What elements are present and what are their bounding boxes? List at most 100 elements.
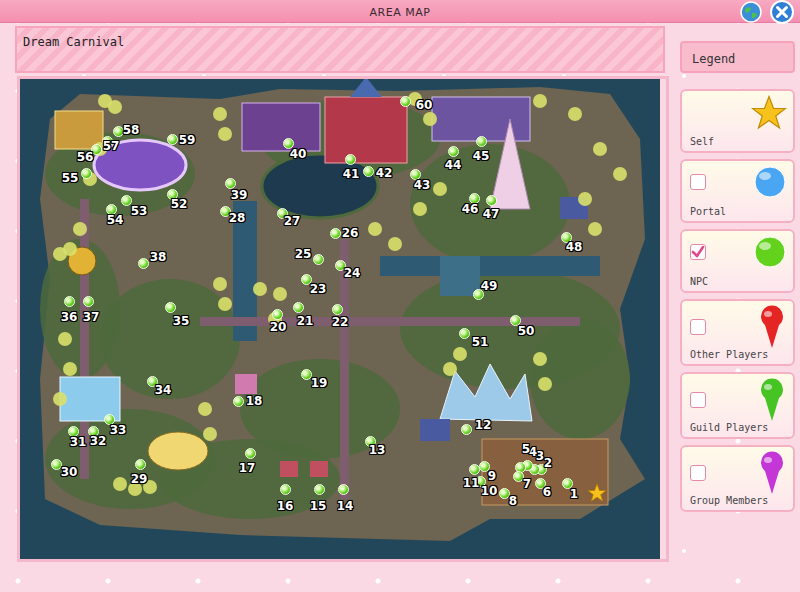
legend-checkbox[interactable] (690, 465, 706, 481)
npc-marker[interactable] (469, 464, 480, 475)
npc-number: 15 (310, 500, 327, 512)
npc-number: 11 (463, 477, 480, 489)
glow-hedge (588, 222, 602, 236)
npc-marker[interactable] (459, 328, 470, 339)
glow-hedge (568, 107, 582, 121)
npc-marker[interactable] (345, 154, 356, 165)
npc-number: 45 (473, 150, 490, 162)
npc-marker[interactable] (363, 166, 374, 177)
area-map[interactable]: 1234567891011121314151617181920212223242… (20, 79, 660, 559)
npc-number: 6 (543, 486, 551, 498)
legend-item: Self (680, 89, 795, 153)
check-icon (691, 245, 705, 259)
npc-marker[interactable] (113, 126, 124, 137)
npc-marker[interactable] (81, 168, 92, 179)
npc-marker[interactable] (233, 396, 244, 407)
npc-number: 28 (229, 212, 246, 224)
legend-checkbox[interactable] (690, 174, 706, 190)
npc-number: 48 (566, 241, 583, 253)
npc-marker[interactable] (499, 488, 510, 499)
ball-icon (753, 165, 787, 199)
eiffel-tower (490, 119, 530, 209)
npc-marker[interactable] (476, 136, 487, 147)
npc-number: 39 (231, 189, 248, 201)
area-name: Dream Carnival (23, 35, 124, 49)
npc-number: 27 (284, 215, 301, 227)
npc-marker[interactable] (83, 296, 94, 307)
npc-marker[interactable] (280, 484, 291, 495)
grass-patch (100, 279, 240, 399)
glow-hedge (203, 427, 217, 441)
npc-number: 46 (462, 203, 479, 215)
npc-number: 52 (171, 198, 188, 210)
npc-marker[interactable] (486, 195, 497, 206)
npc-number: 16 (277, 500, 294, 512)
npc-marker[interactable] (245, 448, 256, 459)
pin-icon (757, 451, 787, 495)
npc-marker[interactable] (314, 484, 325, 495)
npc-number: 57 (103, 140, 120, 152)
pin-icon (757, 305, 787, 349)
pin-icon (757, 378, 787, 422)
npc-number: 30 (61, 466, 78, 478)
npc-marker[interactable] (272, 309, 283, 320)
npc-number: 1 (570, 488, 578, 500)
npc-number: 41 (343, 168, 360, 180)
npc-marker[interactable] (138, 258, 149, 269)
npc-marker[interactable] (448, 146, 459, 157)
npc-number: 22 (332, 316, 349, 328)
legend-label: Self (690, 136, 787, 147)
npc-marker[interactable] (165, 302, 176, 313)
npc-number: 51 (472, 336, 489, 348)
npc-marker[interactable] (121, 195, 132, 206)
glow-hedge (108, 100, 122, 114)
npc-marker[interactable] (51, 459, 62, 470)
legend-item: Guild Players (680, 372, 795, 439)
area-header: Dream Carnival (15, 26, 665, 73)
npc-marker[interactable] (332, 304, 343, 315)
stall (420, 419, 450, 441)
globe-icon[interactable] (740, 1, 762, 23)
npc-marker[interactable] (313, 254, 324, 265)
npc-marker[interactable] (400, 96, 411, 107)
legend-item: Other Players (680, 299, 795, 366)
map-frame: 1234567891011121314151617181920212223242… (17, 76, 669, 562)
npc-number: 26 (342, 227, 359, 239)
npc-number: 55 (62, 172, 79, 184)
npc-marker[interactable] (167, 134, 178, 145)
glow-hedge (368, 222, 382, 236)
npc-number: 36 (61, 311, 78, 323)
npc-marker[interactable] (461, 424, 472, 435)
npc-marker[interactable] (64, 296, 75, 307)
npc-number: 21 (297, 315, 314, 327)
npc-number: 50 (518, 325, 535, 337)
npc-number: 32 (90, 435, 107, 447)
legend-checkbox[interactable] (690, 244, 706, 260)
npc-number: 2 (544, 457, 552, 469)
glow-hedge (533, 94, 547, 108)
glow-hedge (198, 402, 212, 416)
npc-number: 38 (150, 251, 167, 263)
legend-checkbox[interactable] (690, 319, 706, 335)
sea (20, 79, 660, 559)
grass-patch (410, 144, 570, 264)
npc-number: 47 (483, 208, 500, 220)
legend-label: NPC (690, 276, 787, 287)
npc-marker[interactable] (338, 484, 349, 495)
npc-number: 10 (481, 485, 498, 497)
legend-checkbox[interactable] (690, 392, 706, 408)
npc-marker[interactable] (225, 178, 236, 189)
glow-hedge (413, 202, 427, 216)
glow-hedge (53, 392, 67, 406)
close-button[interactable] (770, 0, 794, 24)
npc-marker[interactable] (301, 369, 312, 380)
stall (280, 461, 298, 477)
npc-marker[interactable] (330, 228, 341, 239)
npc-marker[interactable] (293, 302, 304, 313)
npc-number: 5 (522, 443, 530, 455)
npc-number: 25 (295, 248, 312, 260)
npc-number: 31 (70, 436, 87, 448)
npc-marker[interactable] (135, 459, 146, 470)
npc-marker[interactable] (513, 471, 524, 482)
glow-hedge (593, 142, 607, 156)
